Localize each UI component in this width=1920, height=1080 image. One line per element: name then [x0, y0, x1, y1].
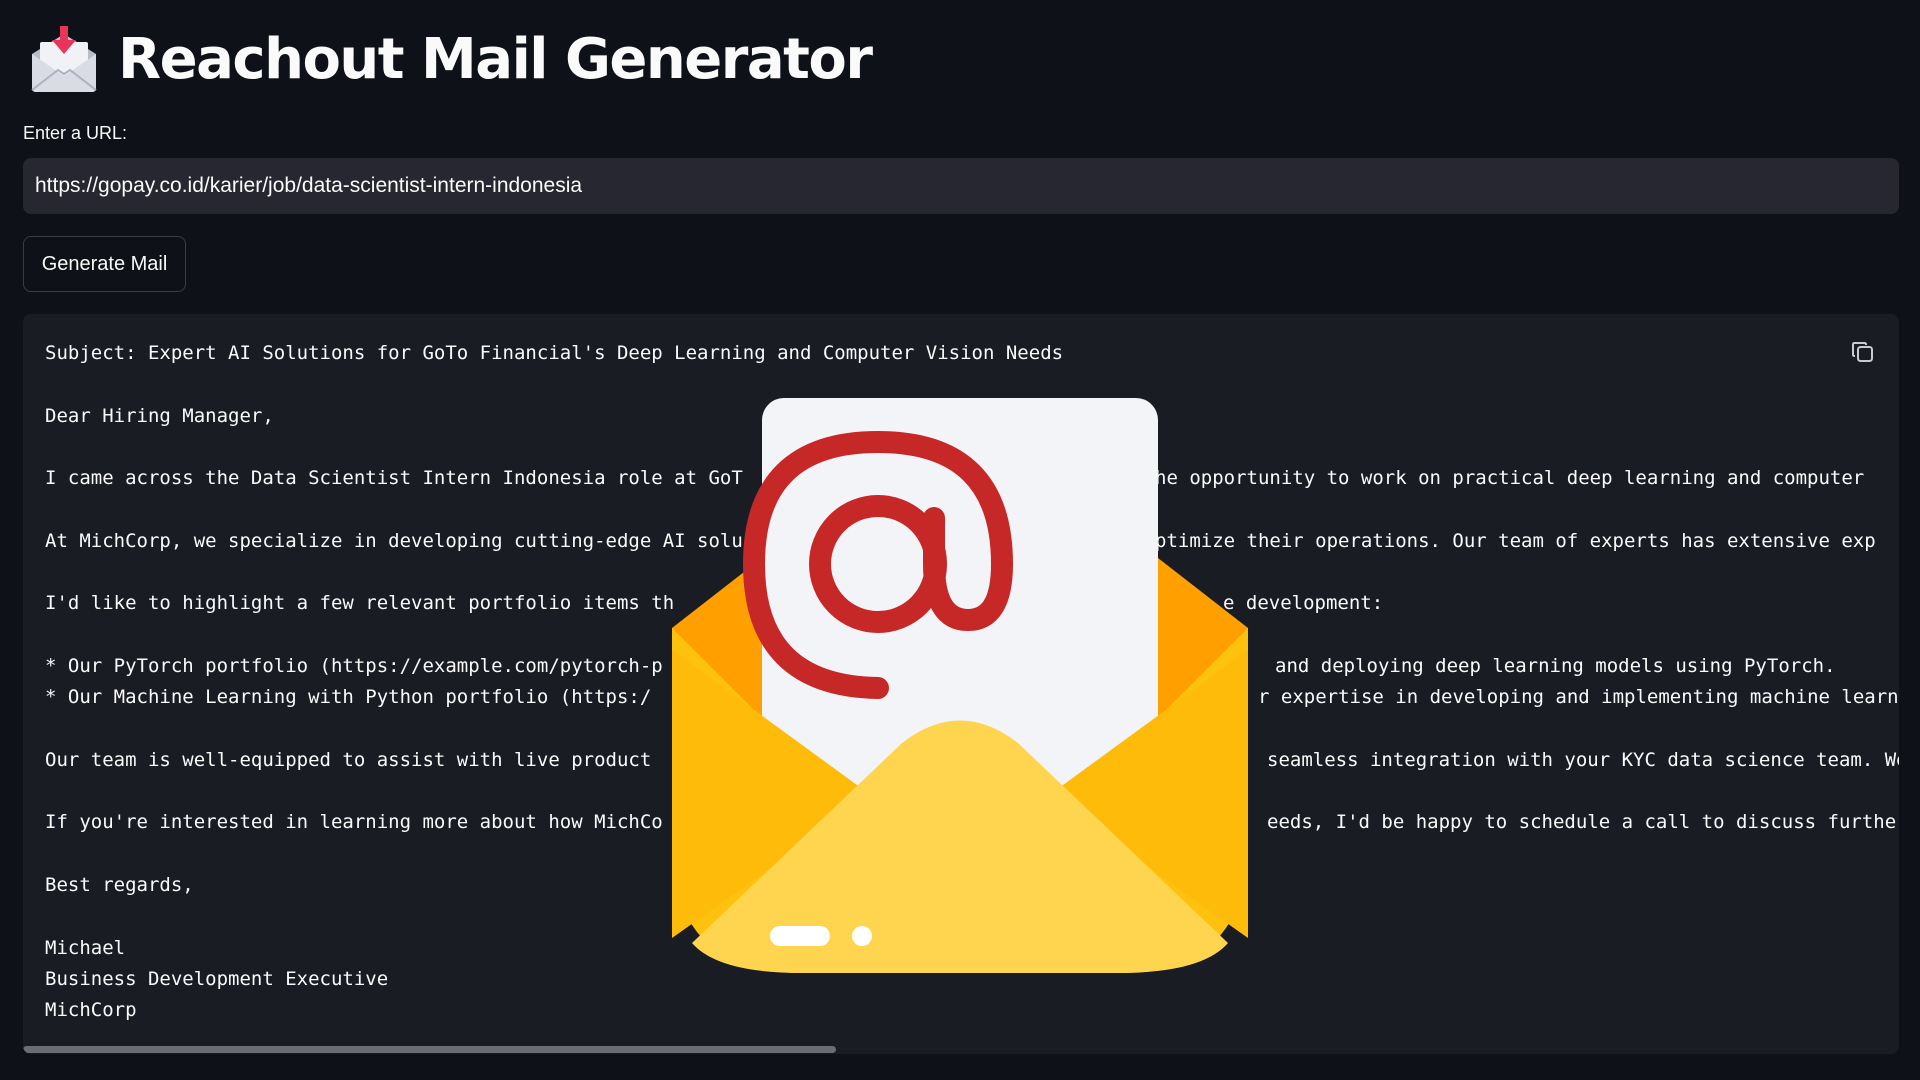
url-label: Enter a URL:	[23, 123, 128, 143]
url-input[interactable]	[23, 158, 1899, 214]
email-line: Our team is well-equipped to assist with…	[45, 748, 652, 771]
email-line: MichCorp	[45, 999, 137, 1022]
horizontal-scrollbar[interactable]	[23, 1042, 1899, 1054]
email-line: I'd like to highlight a few relevant por…	[45, 592, 675, 615]
email-line: * Our Machine Learning with Python portf…	[45, 686, 652, 709]
email-line-fragment: he opportunity to work on practical deep…	[1155, 467, 1865, 490]
email-line: If you're interested in learning more ab…	[45, 811, 663, 834]
email-line: Business Development Executive	[45, 967, 389, 990]
email-line: At MichCorp, we specialize in developing…	[45, 529, 743, 552]
email-line-fragment: ptimize their operations. Our team of ex…	[1155, 529, 1876, 552]
email-line-fragment: seamless integration with your KYC data …	[1267, 748, 1899, 771]
title-row: Reachout Mail Generator	[28, 22, 873, 98]
email-line: Dear Hiring Manager,	[45, 404, 274, 427]
copy-icon[interactable]	[1849, 338, 1877, 366]
email-line-fragment: r expertise in developing and implementi…	[1258, 686, 1899, 709]
email-line: I came across the Data Scientist Intern …	[45, 467, 743, 490]
open-envelope-at-sign-icon	[672, 398, 1248, 973]
email-line-fragment: eeds, I'd be happy to schedule a call to…	[1267, 811, 1899, 834]
generate-mail-button[interactable]: Generate Mail	[23, 236, 186, 292]
page-title: Reachout Mail Generator	[118, 27, 873, 92]
email-line: Subject: Expert AI Solutions for GoTo Fi…	[45, 342, 1064, 364]
scrollbar-thumb[interactable]	[23, 1046, 836, 1053]
email-line: Michael	[45, 936, 126, 959]
incoming-envelope-icon	[31, 26, 97, 92]
email-line: Best regards,	[45, 874, 194, 897]
email-line-fragment: and deploying deep learning models using…	[1275, 654, 1836, 677]
app-window: Reachout Mail Generator Enter a URL: Gen…	[0, 0, 1920, 1080]
email-line: * Our PyTorch portfolio (https://example…	[45, 654, 663, 677]
